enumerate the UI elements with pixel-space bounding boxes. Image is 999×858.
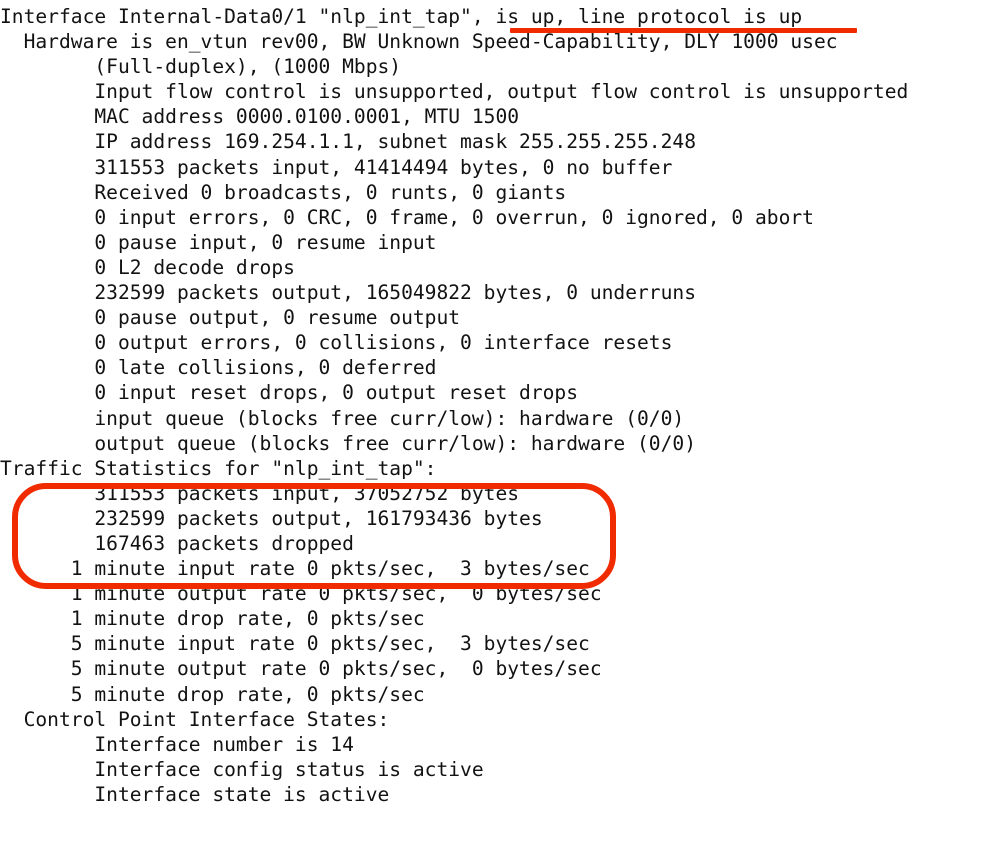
- terminal-line: 1 minute output rate 0 pkts/sec, 0 bytes…: [0, 582, 602, 606]
- screenshot-root: Interface Internal-Data0/1 "nlp_int_tap"…: [0, 0, 999, 858]
- terminal-line: 1 minute input rate 0 pkts/sec, 3 bytes/…: [0, 557, 590, 581]
- terminal-line: 232599 packets output, 165049822 bytes, …: [0, 281, 696, 305]
- terminal-line: IP address 169.254.1.1, subnet mask 255.…: [0, 130, 696, 154]
- terminal-line: 5 minute output rate 0 pkts/sec, 0 bytes…: [0, 657, 602, 681]
- terminal-line: 0 late collisions, 0 deferred: [0, 356, 437, 380]
- terminal-line: 311553 packets input, 41414494 bytes, 0 …: [0, 155, 673, 179]
- terminal-line: 5 minute drop rate, 0 pkts/sec: [0, 682, 425, 706]
- terminal-line: Input flow control is unsupported, outpu…: [0, 80, 909, 104]
- terminal-line: 0 L2 decode drops: [0, 255, 295, 279]
- terminal-line: 1 minute drop rate, 0 pkts/sec: [0, 607, 425, 631]
- terminal-line: 5 minute input rate 0 pkts/sec, 3 bytes/…: [0, 632, 590, 656]
- terminal-line: 0 pause output, 0 resume output: [0, 306, 461, 330]
- terminal-line: 0 input reset drops, 0 output reset drop…: [0, 381, 579, 405]
- terminal-line: MAC address 0000.0100.0001, MTU 1500: [0, 105, 520, 129]
- terminal-line: 0 output errors, 0 collisions, 0 interfa…: [0, 331, 673, 355]
- terminal-line: Hardware is en_vtun rev00, BW Unknown Sp…: [0, 30, 838, 54]
- terminal-line: Received 0 broadcasts, 0 runts, 0 giants: [0, 180, 567, 204]
- terminal-line: input queue (blocks free curr/low): hard…: [0, 406, 685, 430]
- terminal-line: 167463 packets dropped: [0, 531, 354, 555]
- terminal-line: output queue (blocks free curr/low): har…: [0, 431, 696, 455]
- terminal-line: Control Point Interface States:: [0, 707, 390, 731]
- terminal-line: Interface config status is active: [0, 757, 484, 781]
- terminal-line: Interface Internal-Data0/1 "nlp_int_tap"…: [0, 5, 803, 28]
- terminal-line: Interface number is 14: [0, 732, 354, 756]
- terminal-line: (Full-duplex), (1000 Mbps): [0, 55, 402, 79]
- terminal-line: 311553 packets input, 37052752 bytes: [0, 481, 520, 505]
- terminal-line: 232599 packets output, 161793436 bytes: [0, 506, 543, 530]
- terminal-output: Interface Internal-Data0/1 "nlp_int_tap"…: [0, 0, 999, 807]
- terminal-line: Interface state is active: [0, 782, 390, 806]
- terminal-line: Traffic Statistics for "nlp_int_tap":: [0, 456, 437, 480]
- terminal-line: 0 input errors, 0 CRC, 0 frame, 0 overru…: [0, 205, 814, 229]
- terminal-line: 0 pause input, 0 resume input: [0, 230, 437, 254]
